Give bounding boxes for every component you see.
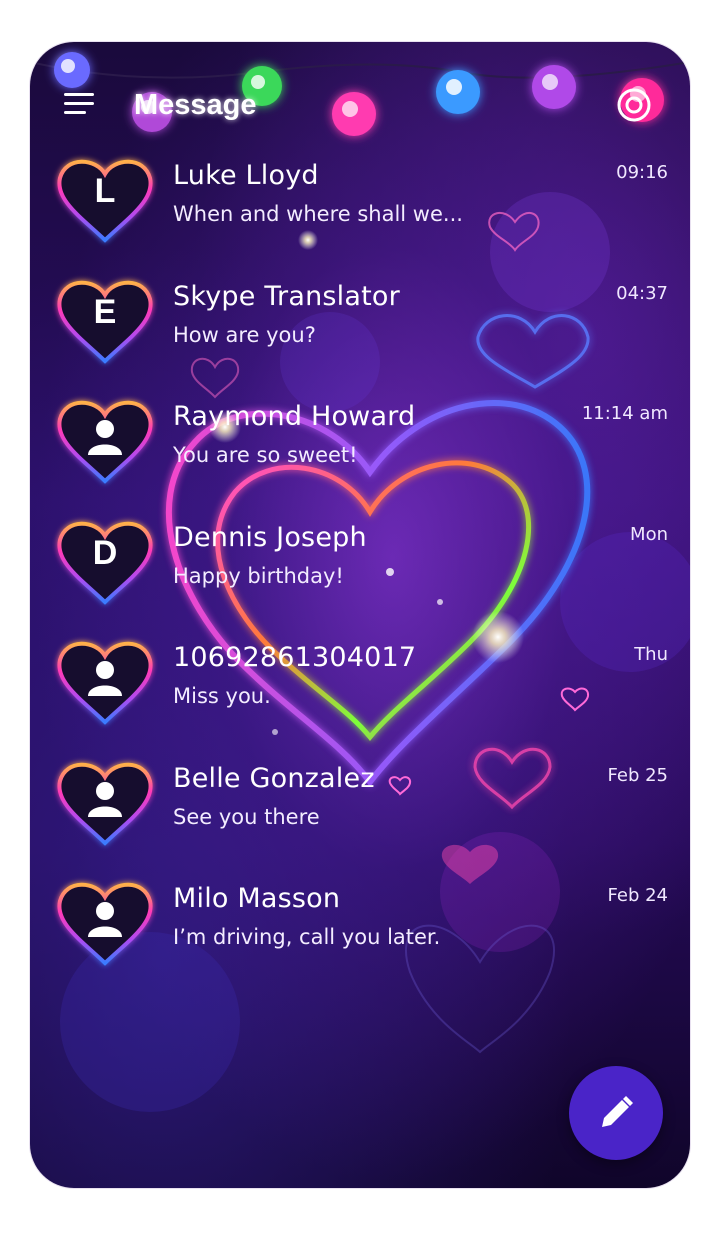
- phone-screen: Message L Luke Lloyd When and where shall …: [30, 42, 690, 1188]
- conversation-row[interactable]: 10692861304017 Miss you. Thu: [30, 634, 690, 754]
- person-icon: [88, 902, 122, 937]
- avatar-letter: D: [92, 533, 118, 572]
- avatar-letter: L: [94, 172, 116, 210]
- person-icon: [88, 420, 122, 455]
- message-time: 09:16: [616, 162, 668, 183]
- message-snippet: When and where shall we...: [173, 202, 463, 226]
- avatar: D: [52, 514, 158, 610]
- message-time: 04:37: [616, 282, 668, 304]
- avatar: L: [52, 152, 158, 248]
- avatar: [52, 875, 158, 971]
- contact-name: Raymond Howard: [173, 401, 416, 432]
- contact-name: Milo Masson: [173, 883, 341, 914]
- person-icon: [88, 781, 122, 817]
- message-snippet: You are so sweet!: [173, 443, 358, 467]
- contact-name: Dennis Joseph: [173, 521, 367, 553]
- conversation-row[interactable]: L Luke Lloyd When and where shall we... 09:…: [30, 152, 690, 272]
- message-snippet: Miss you.: [173, 684, 271, 708]
- hamburger-menu-icon[interactable]: [64, 93, 94, 117]
- message-snippet: See you there: [173, 804, 320, 829]
- avatar-letter: E: [93, 292, 117, 331]
- avatar: [52, 755, 158, 851]
- message-snippet: Happy birthday!: [173, 563, 344, 588]
- compose-button[interactable]: [569, 1066, 663, 1160]
- conversation-row[interactable]: E Skype Translator How are you? 04:37: [30, 273, 690, 393]
- message-snippet: I’m driving, call you later.: [173, 925, 441, 949]
- message-time: Feb 25: [607, 764, 669, 786]
- person-icon: [88, 661, 122, 696]
- pencil-icon: [602, 1096, 633, 1127]
- message-snippet: How are you?: [173, 322, 316, 347]
- page-title: Message: [134, 89, 257, 121]
- conversation-row[interactable]: D Dennis Joseph Happy birthday! Mon: [30, 514, 690, 634]
- avatar: [52, 634, 158, 730]
- settings-icon[interactable]: [616, 87, 652, 123]
- message-time: Mon: [630, 523, 668, 545]
- message-time: 11:14 am: [581, 403, 668, 424]
- contact-name: Belle Gonzalez: [173, 762, 375, 794]
- conversation-row[interactable]: Raymond Howard You are so sweet! 11:14 am: [30, 393, 690, 513]
- conversation-row[interactable]: Milo Masson I’m driving, call you later. F…: [30, 875, 690, 995]
- contact-name: 10692861304017: [173, 642, 417, 673]
- contact-name: Luke Lloyd: [173, 160, 319, 191]
- contact-name: Skype Translator: [173, 280, 400, 312]
- message-time: Thu: [634, 644, 668, 665]
- message-time: Feb 24: [607, 885, 669, 906]
- avatar: E: [52, 273, 158, 369]
- avatar: [52, 393, 158, 489]
- conversation-row[interactable]: Belle Gonzalez See you there Feb 25: [30, 755, 690, 875]
- app-header: Message: [30, 87, 690, 127]
